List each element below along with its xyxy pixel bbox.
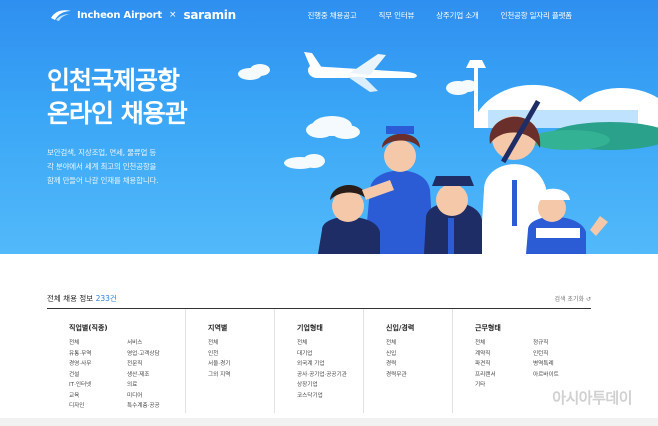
filter-option[interactable]: 외국계 기업 (297, 360, 355, 369)
news-watermark: 아시아투데이 (552, 389, 632, 407)
filter-option[interactable]: 신입 (386, 350, 444, 359)
filter-option[interactable]: 전체 (69, 339, 127, 348)
nav-job-interview[interactable]: 직무 인터뷰 (379, 10, 415, 21)
site-logo[interactable]: Incheon Airport × saramin (50, 8, 236, 22)
nav-job-platform[interactable]: 인천공항 일자리 플랫폼 (501, 10, 573, 21)
filter-title-experience: 신입/경력 (386, 324, 415, 332)
filter-option[interactable]: 전문직 (127, 360, 185, 369)
saramin-brand: saramin (183, 8, 237, 22)
nav-resident-companies[interactable]: 상주기업 소개 (436, 10, 479, 21)
hero-desc-line1: 보안검색, 지상조업, 면세, 물류업 등 (47, 148, 157, 157)
filter-option[interactable]: 정규직 (533, 339, 591, 348)
filter-option[interactable]: 특수계층·공공 (127, 402, 185, 411)
filter-option[interactable]: 건설 (69, 371, 127, 380)
filter-option[interactable]: 파견직 (475, 360, 533, 369)
nav-open-jobs[interactable]: 진행중 채용공고 (307, 10, 356, 21)
filter-option[interactable]: 유통·무역 (69, 350, 127, 359)
filter-column-region: 지역별 전체 인천 서울·경기 그외 지역 (186, 309, 275, 413)
filter-title-employment-type: 근무형태 (475, 324, 501, 332)
top-navigation-bar: Incheon Airport × saramin 진행중 채용공고 직무 인터… (0, 0, 658, 32)
filter-option[interactable]: 영업·고객상담 (127, 350, 185, 359)
filter-title-company-type: 기업형태 (297, 324, 323, 332)
filter-option[interactable]: 전체 (386, 339, 444, 348)
filter-columns: 직업별(직종) 전체 서비스 유통·무역 영업·고객상담 경영·사무 전문직 건… (47, 309, 591, 419)
airplane-icon (304, 52, 417, 92)
bottom-bar (0, 418, 658, 426)
reset-search-button[interactable]: 검색 초기화 ↺ (555, 294, 591, 303)
filter-option[interactable]: 경력무관 (386, 371, 444, 380)
filter-option[interactable]: 프리랜서 (475, 371, 533, 380)
filter-option[interactable]: 대기업 (297, 350, 355, 359)
job-count-label: 전체 채용 정보 (47, 294, 94, 303)
job-count: 전체 채용 정보 233건 (47, 293, 117, 304)
filter-option[interactable]: 서비스 (127, 339, 185, 348)
hero-banner: Incheon Airport × saramin 진행중 채용공고 직무 인터… (0, 0, 658, 254)
job-count-value: 233건 (95, 294, 117, 303)
filter-option[interactable]: 경영·사무 (69, 360, 127, 369)
filter-option[interactable]: 전체 (297, 339, 355, 348)
hero-title-line1: 인천국제공항 (47, 66, 180, 95)
filter-option[interactable]: 병역특례 (533, 360, 591, 369)
filter-column-occupation: 직업별(직종) 전체 서비스 유통·무역 영업·고객상담 경영·사무 전문직 건… (47, 309, 186, 413)
logo-text: Incheon Airport (77, 9, 162, 21)
filter-option[interactable]: 인천 (208, 350, 266, 359)
hero-title-line2: 온라인 채용관 (47, 99, 188, 128)
filter-option[interactable]: 교육 (69, 392, 127, 401)
filter-header: 전체 채용 정보 233건 검색 초기화 ↺ (47, 293, 591, 307)
filter-title-region: 지역별 (208, 324, 228, 332)
filter-option[interactable]: 코스닥기업 (297, 392, 355, 401)
main-nav: 진행중 채용공고 직무 인터뷰 상주기업 소개 인천공항 일자리 플랫폼 (307, 10, 572, 21)
logo-separator: × (168, 10, 177, 20)
filter-title-occupation: 직업별(직종) (69, 324, 108, 332)
filter-options-company-type: 전체 대기업 외국계 기업 공사·공기업·공공기관 상장기업 코스닥기업 (297, 339, 363, 400)
filter-option[interactable]: 경력 (386, 360, 444, 369)
hero-desc-line2: 각 분야에서 세계 최고의 인천공항을 (47, 162, 157, 171)
filter-column-experience: 신입/경력 전체 신입 경력 경력무관 (364, 309, 453, 413)
filter-options-employment-type: 전체 정규직 계약직 인턴직 파견직 병역특례 프리랜서 아르바이트 기타 (475, 339, 591, 390)
filter-column-company-type: 기업형태 전체 대기업 외국계 기업 공사·공기업·공공기관 상장기업 코스닥기… (275, 309, 364, 413)
filter-option[interactable]: 전체 (475, 339, 533, 348)
filter-option[interactable]: 디자인 (69, 402, 127, 411)
incheon-airport-logo-icon (51, 10, 71, 21)
hero-desc-line3: 함께 만들어 나갈 인재를 채용합니다. (47, 176, 159, 185)
filter-option[interactable]: 기타 (475, 381, 533, 390)
filter-option[interactable]: 생산·제조 (127, 371, 185, 380)
filter-option[interactable]: 의료 (127, 381, 185, 390)
filter-option[interactable]: 그외 지역 (208, 371, 266, 380)
filter-option[interactable]: 미디어 (127, 392, 185, 401)
filter-options-region: 전체 인천 서울·경기 그외 지역 (208, 339, 274, 379)
filter-options-experience: 전체 신입 경력 경력무관 (386, 339, 452, 379)
filter-option[interactable]: 계약직 (475, 350, 533, 359)
hero-illustration (238, 52, 658, 254)
filter-option[interactable]: 전체 (208, 339, 266, 348)
filter-option[interactable]: 아르바이트 (533, 371, 591, 380)
filter-option[interactable]: IT·인터넷 (69, 381, 127, 390)
filter-option[interactable]: 서울·경기 (208, 360, 266, 369)
filter-option[interactable]: 상장기업 (297, 381, 355, 390)
filter-option[interactable]: 인턴직 (533, 350, 591, 359)
filter-options-occupation: 전체 서비스 유통·무역 영업·고객상담 경영·사무 전문직 건설 생산·제조 … (69, 339, 185, 411)
hero-description: 보안검색, 지상조업, 면세, 물류업 등 각 분야에서 세계 최고의 인천공항… (47, 146, 197, 188)
filter-option[interactable]: 공사·공기업·공공기관 (297, 371, 355, 380)
hero-title: 인천국제공항 온라인 채용관 (47, 64, 188, 130)
